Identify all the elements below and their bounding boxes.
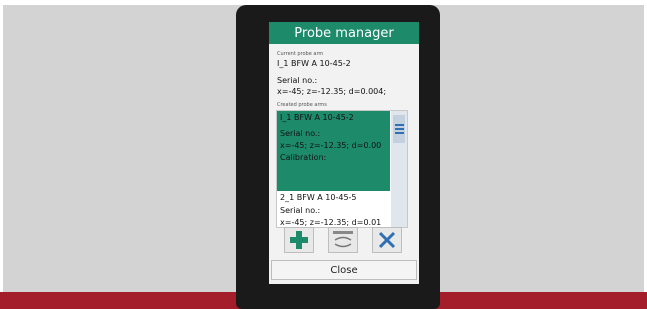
list-item-selected[interactable]: I_1 BFW A 10-45-2 Serial no.: x=-45; z=-… bbox=[277, 111, 390, 191]
scrollbar-thumb[interactable] bbox=[393, 115, 405, 143]
list-item[interactable]: 2_1 BFW A 10-45-5 Serial no.: x=-45; z=-… bbox=[277, 191, 390, 227]
current-probe-name: I_1 BFW A 10-45-2 bbox=[277, 59, 351, 68]
list-item-serial: Serial no.: bbox=[280, 129, 321, 138]
created-probes-label: Created probe arms bbox=[277, 102, 327, 108]
switch-probe-button[interactable] bbox=[328, 227, 358, 253]
probe-arm-list[interactable]: I_1 BFW A 10-45-2 Serial no.: x=-45; z=-… bbox=[276, 110, 408, 228]
dialog-title: Probe manager bbox=[269, 22, 419, 44]
x-icon bbox=[378, 231, 396, 249]
list-item-serial: Serial no.: bbox=[280, 206, 321, 215]
current-serial-label: Serial no.: bbox=[277, 76, 318, 85]
list-scrollbar[interactable] bbox=[391, 111, 407, 227]
list-item-params: x=-45; z=-12.35; d=0.01 bbox=[280, 218, 382, 227]
action-button-row bbox=[284, 227, 404, 253]
close-button[interactable]: Close bbox=[271, 260, 417, 280]
list-item-name: 2_1 BFW A 10-45-5 bbox=[280, 193, 357, 202]
current-probe-params: x=-45; z=-12.35; d=0.004; bbox=[277, 87, 387, 96]
current-probe-label: Current probe arm bbox=[277, 51, 324, 57]
delete-probe-button[interactable] bbox=[372, 227, 402, 253]
list-item-calibration: Calibration: bbox=[280, 153, 327, 162]
switch-arm-icon bbox=[333, 231, 353, 248]
list-item-params: x=-45; z=-12.35; d=0.00 bbox=[280, 141, 382, 150]
list-item-name: I_1 BFW A 10-45-2 bbox=[280, 113, 354, 122]
probe-manager-dialog: Probe manager Current probe arm I_1 BFW … bbox=[269, 22, 419, 284]
plus-icon bbox=[290, 231, 308, 249]
add-probe-button[interactable] bbox=[284, 227, 314, 253]
